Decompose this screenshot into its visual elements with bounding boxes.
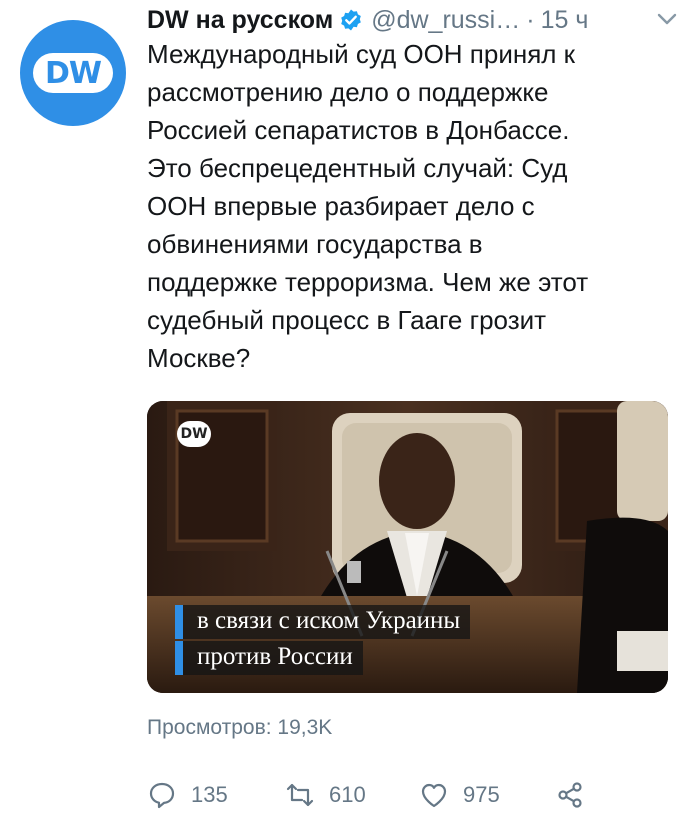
reply-count: 135 [191, 782, 228, 807]
share-button[interactable] [555, 780, 599, 810]
tweet-text: Международный суд ООН принял к рассмотре… [147, 35, 647, 377]
share-icon [558, 782, 582, 808]
tweet-line: Это беспрецедентный случай: Суд [147, 153, 568, 183]
tweet-actions: 135 610 975 [147, 780, 607, 814]
verified-icon [341, 9, 362, 31]
tweet-line: судебный процесс в Гааге грозит [147, 305, 547, 335]
separator-dot: · [526, 5, 535, 34]
dw-logo-icon: DW [33, 53, 113, 93]
heart-icon [421, 783, 447, 808]
tweet-time[interactable]: 15 ч [541, 6, 589, 35]
tweet-line: Международный суд ООН принял к [147, 39, 576, 69]
retweet-count: 610 [329, 782, 366, 807]
video-subtitle-line: против России [175, 641, 363, 675]
retweet-button[interactable]: 610 [285, 780, 366, 810]
reply-icon [149, 782, 175, 809]
tweet-line: обвинениями государства в [147, 229, 483, 259]
reply-button[interactable]: 135 [147, 780, 228, 810]
video-subtitle-line: в связи с иском Украины [175, 605, 471, 639]
tweet-header: DW на русском @dw_russi… · 15 ч [147, 2, 677, 38]
tweet-line: Москве? [147, 343, 251, 373]
retweet-icon [286, 783, 314, 807]
avatar[interactable]: DW [20, 20, 126, 126]
tweet-line: рассмотрению дело о поддержке [147, 77, 549, 107]
tweet-line: ООН впервые разбирает дело с [147, 191, 535, 221]
video-thumbnail[interactable]: DW в связи с иском Украины против России [147, 401, 668, 693]
account-name[interactable]: DW на русском [147, 6, 333, 35]
view-count[interactable]: Просмотров: 19,3K [147, 716, 332, 740]
tweet-line: Россией сепаратистов в Донбассе. [147, 115, 570, 145]
like-button[interactable]: 975 [419, 780, 500, 810]
dw-watermark-icon: DW [177, 421, 211, 447]
tweet-line: поддержке терроризма. Чем же этот [147, 267, 589, 297]
account-handle[interactable]: @dw_russi… [371, 6, 520, 35]
chevron-down-icon[interactable] [657, 12, 677, 26]
like-count: 975 [463, 782, 500, 807]
